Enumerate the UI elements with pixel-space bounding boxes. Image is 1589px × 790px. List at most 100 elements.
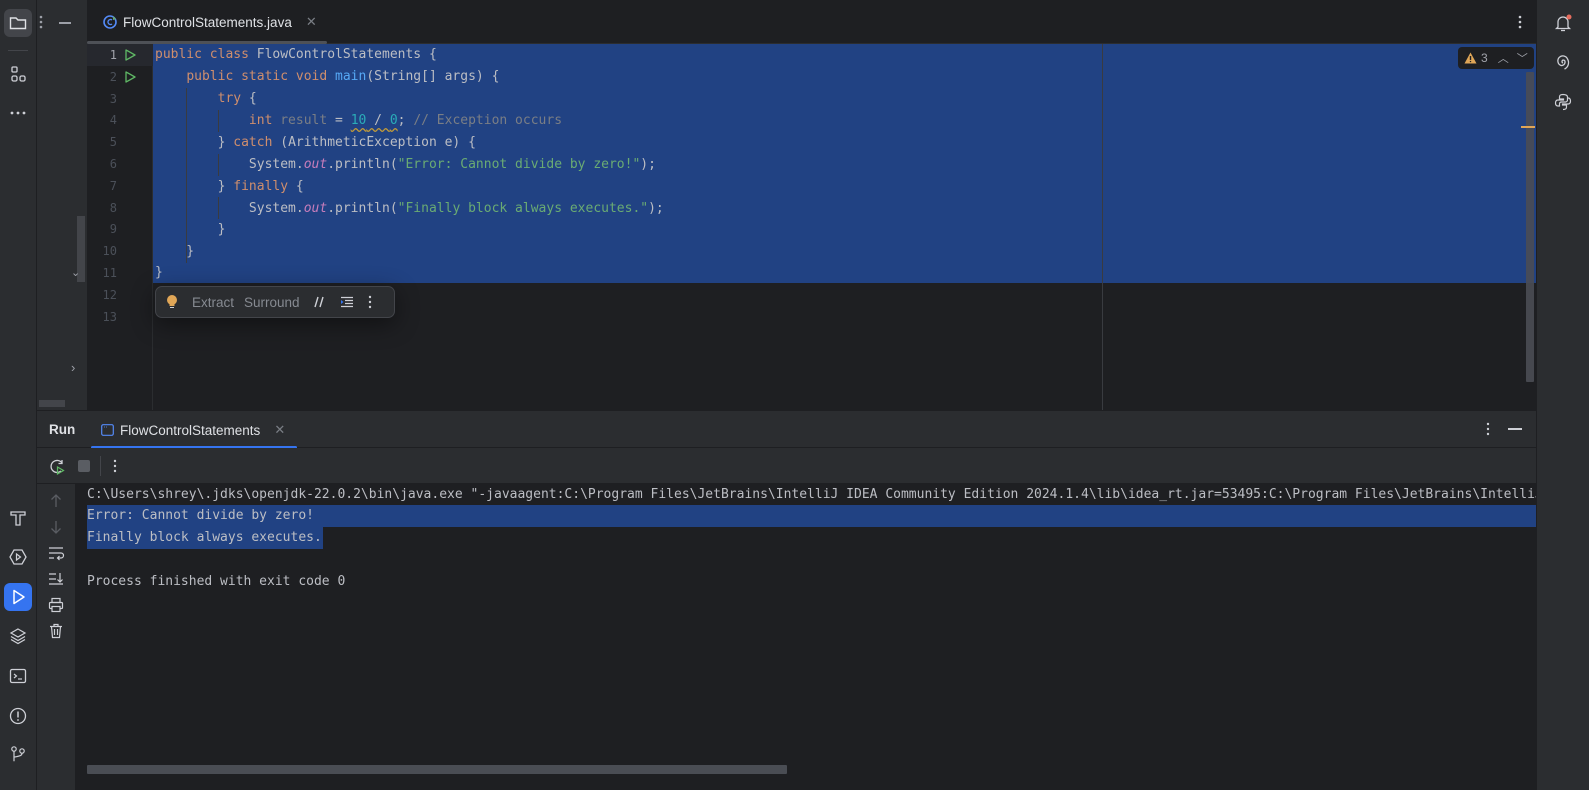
more-vertical-icon[interactable] bbox=[113, 459, 117, 473]
division-by-zero-warning: 10 / 0 bbox=[350, 113, 398, 128]
folder-icon bbox=[9, 17, 27, 30]
run-gutter-icon[interactable] bbox=[123, 48, 137, 62]
surround-button[interactable]: Surround bbox=[244, 295, 300, 310]
line-number: 12 bbox=[102, 287, 117, 302]
console-line: Error: Cannot divide by zero! bbox=[87, 508, 314, 523]
right-tool-strip bbox=[1536, 0, 1589, 790]
line-number: 10 bbox=[102, 244, 117, 259]
scroll-to-end-icon[interactable] bbox=[47, 570, 65, 588]
chevron-down-icon[interactable]: ⌄ bbox=[71, 266, 80, 279]
code-line-2: public static void main(String[] args) { bbox=[186, 69, 500, 84]
tab-run-configuration[interactable]: FlowControlStatements ✕ bbox=[101, 411, 285, 449]
code-line-8: System.out.println("Finally block always… bbox=[248, 201, 664, 216]
python-icon bbox=[1554, 93, 1572, 111]
minimize-icon[interactable] bbox=[59, 22, 71, 24]
trash-icon[interactable] bbox=[47, 622, 65, 640]
run-icon bbox=[13, 589, 25, 605]
extract-button[interactable]: Extract bbox=[192, 295, 234, 310]
lightbulb-icon[interactable] bbox=[166, 294, 178, 310]
line-number: 1 bbox=[109, 48, 117, 62]
stop-button[interactable] bbox=[78, 460, 90, 472]
code-line-4: int result = 10 / 0; // Exception occurs bbox=[248, 113, 563, 128]
run-tool-button[interactable] bbox=[4, 583, 32, 611]
code-line-3: try { bbox=[217, 91, 257, 106]
structure-icon bbox=[11, 66, 26, 82]
run-tool-title: Run bbox=[49, 422, 76, 437]
previous-highlight-button[interactable]: ︿ bbox=[1498, 50, 1509, 66]
line-number: 6 bbox=[109, 157, 117, 171]
problems-icon bbox=[9, 707, 27, 725]
toolbar-separator bbox=[100, 456, 101, 476]
layers-tool-button[interactable] bbox=[4, 622, 32, 650]
run-toolbar bbox=[37, 448, 1536, 484]
services-tool-button[interactable] bbox=[4, 543, 32, 571]
layers-icon bbox=[9, 628, 27, 645]
close-icon[interactable]: ✕ bbox=[306, 14, 317, 30]
editor-tab-bar: FlowControlStatements.java ✕ bbox=[87, 0, 1536, 44]
close-icon[interactable]: ✕ bbox=[274, 422, 285, 438]
run-gutter-icon[interactable] bbox=[123, 70, 137, 84]
code-line-1: public class FlowControlStatements { bbox=[155, 47, 437, 62]
code-line-10: } bbox=[155, 244, 195, 259]
services-icon bbox=[9, 549, 27, 565]
code-line-5: } catch (ArithmeticException e) { bbox=[217, 135, 476, 150]
arrow-down-icon[interactable] bbox=[47, 518, 65, 536]
line-number: 2 bbox=[109, 69, 117, 84]
tab-flowcontrolstatements-java[interactable]: FlowControlStatements.java ✕ bbox=[95, 0, 325, 44]
console-line: Finally block always executes. bbox=[87, 530, 322, 545]
next-highlight-button[interactable]: ﹀ bbox=[1517, 50, 1528, 66]
notifications-button[interactable] bbox=[1549, 9, 1577, 37]
more-vertical-icon[interactable] bbox=[368, 295, 372, 309]
soft-wrap-icon[interactable] bbox=[47, 544, 65, 562]
spiral-icon bbox=[1557, 55, 1570, 70]
line-number: 9 bbox=[109, 222, 117, 237]
python-console-button[interactable] bbox=[1549, 88, 1577, 116]
structure-tool-button[interactable] bbox=[4, 60, 32, 88]
console-window-icon bbox=[101, 424, 114, 436]
console-side-toolbar bbox=[37, 484, 76, 790]
floating-code-toolbar: Extract Surround bbox=[155, 286, 395, 318]
bell-icon bbox=[1554, 14, 1572, 32]
editor-gutter: 1 2 3 4 5 6 7 8 9 10 11 12 13 bbox=[87, 44, 153, 410]
git-tool-button[interactable] bbox=[4, 740, 32, 768]
comment-icon[interactable] bbox=[313, 296, 326, 308]
inspection-widget[interactable]: 3 ︿ ﹀ bbox=[1458, 47, 1534, 69]
arrow-up-icon[interactable] bbox=[47, 492, 65, 510]
editor-vertical-scrollbar[interactable] bbox=[1526, 72, 1534, 382]
chevron-right-icon[interactable]: › bbox=[71, 360, 75, 375]
warning-count: 3 bbox=[1481, 51, 1488, 65]
code-line-11: } bbox=[155, 265, 163, 280]
project-hscrollbar[interactable] bbox=[39, 400, 65, 407]
console-output[interactable]: C:\Users\shrey\.jdks\openjdk-22.0.2\bin\… bbox=[76, 484, 1536, 790]
terminal-tool-button[interactable] bbox=[4, 662, 32, 690]
code-editor[interactable]: public class FlowControlStatements { pub… bbox=[153, 44, 1536, 410]
strip-divider bbox=[8, 50, 28, 51]
line-number: 8 bbox=[109, 200, 117, 215]
line-number: 4 bbox=[109, 113, 117, 128]
console-command-line: C:\Users\shrey\.jdks\openjdk-22.0.2\bin\… bbox=[87, 487, 1536, 502]
editor-tab-options-button[interactable] bbox=[1518, 14, 1522, 30]
console-horizontal-scrollbar[interactable] bbox=[87, 765, 787, 774]
hammer-icon bbox=[10, 511, 26, 526]
more-tools-button[interactable] bbox=[4, 99, 32, 127]
more-horizontal-icon bbox=[10, 111, 26, 115]
more-vertical-icon bbox=[1518, 15, 1522, 29]
project-panel-collapsed: ⌄ › bbox=[37, 0, 87, 410]
more-vertical-icon[interactable] bbox=[1486, 422, 1490, 436]
project-options-button[interactable] bbox=[39, 14, 43, 30]
project-tool-button[interactable] bbox=[4, 9, 32, 37]
ai-assistant-button[interactable] bbox=[1549, 49, 1577, 77]
print-icon[interactable] bbox=[47, 596, 65, 614]
warning-stripe-marker[interactable] bbox=[1521, 126, 1535, 128]
run-tool-window-header: Run FlowControlStatements ✕ bbox=[37, 410, 1536, 449]
reformat-icon[interactable] bbox=[340, 296, 354, 308]
right-margin-guide bbox=[1102, 44, 1103, 410]
tab-label: FlowControlStatements.java bbox=[123, 14, 292, 30]
problems-tool-button[interactable] bbox=[4, 702, 32, 730]
line-number: 5 bbox=[109, 135, 117, 150]
minimize-icon[interactable] bbox=[1508, 428, 1522, 430]
build-tool-button[interactable] bbox=[4, 504, 32, 532]
code-line-7: } finally { bbox=[217, 179, 304, 194]
line-number: 13 bbox=[102, 309, 117, 324]
rerun-icon[interactable] bbox=[49, 458, 66, 475]
